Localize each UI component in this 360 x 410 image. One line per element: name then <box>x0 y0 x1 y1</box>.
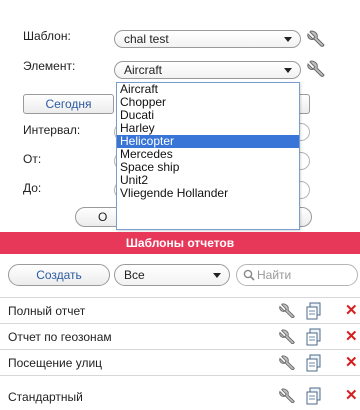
filter-select[interactable]: Все <box>114 264 230 286</box>
report-name: Отчет по геозонам <box>8 330 112 344</box>
search-placeholder: Найти <box>257 268 292 282</box>
to-label: До: <box>23 181 42 195</box>
copy-icon[interactable] <box>305 354 323 372</box>
wrench-icon[interactable] <box>278 354 298 372</box>
report-name: Стандартный <box>8 390 83 404</box>
execute-button-label: О <box>98 210 108 224</box>
delete-x-icon[interactable]: ✕ <box>345 301 358 319</box>
copy-icon[interactable] <box>305 328 323 346</box>
interval-label: Интервал: <box>23 123 81 137</box>
template-select[interactable]: chal test <box>114 30 301 48</box>
template-select-value: chal test <box>124 32 169 46</box>
element-dropdown-list[interactable]: Aircraft Chopper Ducati Harley Helicopte… <box>116 82 300 230</box>
dropdown-option[interactable]: Vliegende Hollander <box>117 187 299 200</box>
report-name: Посещение улиц <box>8 356 103 370</box>
from-label: От: <box>23 152 42 166</box>
element-select[interactable]: Aircraft <box>114 61 301 79</box>
report-name: Полный отчет <box>8 304 86 318</box>
wrench-icon[interactable] <box>306 59 328 79</box>
wrench-icon[interactable] <box>278 387 298 405</box>
create-button[interactable]: Создать <box>8 264 110 286</box>
report-row[interactable]: Полный отчет ✕ <box>0 297 360 323</box>
element-label: Элемент: <box>23 59 76 73</box>
chevron-down-icon <box>213 273 221 278</box>
copy-icon[interactable] <box>305 387 323 405</box>
wrench-icon[interactable] <box>306 29 328 49</box>
search-icon <box>243 269 255 281</box>
wrench-icon[interactable] <box>278 302 298 320</box>
report-row[interactable]: Отчет по геозонам ✕ <box>0 323 360 349</box>
chevron-down-icon <box>284 37 292 42</box>
template-label: Шаблон: <box>23 29 71 43</box>
report-row[interactable]: Посещение улиц ✕ <box>0 349 360 375</box>
copy-icon[interactable] <box>305 302 323 320</box>
report-row[interactable]: Стандартный ✕ <box>0 375 360 410</box>
delete-x-icon[interactable]: ✕ <box>345 353 358 371</box>
wrench-icon[interactable] <box>278 328 298 346</box>
filter-select-value: Все <box>124 268 145 282</box>
chevron-down-icon <box>284 68 292 73</box>
report-templates-header: Шаблоны отчетов <box>0 232 360 254</box>
delete-x-icon[interactable]: ✕ <box>345 327 358 345</box>
today-button[interactable]: Сегодня <box>23 94 114 114</box>
element-select-value: Aircraft <box>124 63 163 77</box>
delete-x-icon[interactable]: ✕ <box>345 386 358 404</box>
search-input[interactable]: Найти <box>236 264 358 286</box>
